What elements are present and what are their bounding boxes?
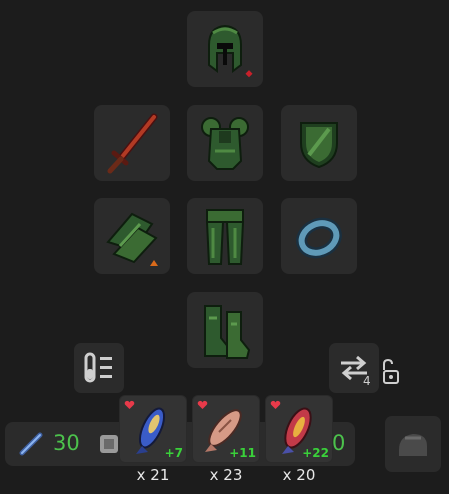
shield-slot[interactable] — [281, 105, 357, 181]
swap-count: 4 — [363, 374, 371, 388]
body-slot[interactable] — [187, 105, 263, 181]
special-action-button[interactable] — [385, 416, 441, 472]
green-chestplate-icon — [201, 117, 249, 170]
legs-slot[interactable] — [187, 198, 263, 274]
swap-loadout-button[interactable]: 4 — [329, 343, 379, 393]
food-item[interactable]: +22 — [266, 396, 332, 462]
gauntlet-icon — [399, 434, 427, 456]
blue-ring-icon — [296, 217, 342, 259]
attack-sword-icon — [19, 432, 43, 456]
unlock-icon[interactable] — [380, 358, 402, 386]
green-boots-icon — [204, 305, 251, 359]
swap-arrows-icon — [341, 355, 367, 381]
gloves-slot[interactable] — [94, 198, 170, 274]
food-item[interactable]: +7 — [120, 396, 186, 462]
equipment-list-button[interactable] — [74, 343, 124, 393]
attack-value: 30 — [53, 431, 80, 455]
food-quantity: x 20 — [282, 466, 316, 484]
green-legs-icon — [205, 209, 245, 265]
food-item[interactable]: +11 — [193, 396, 259, 462]
green-shield-icon — [300, 122, 338, 169]
boots-slot[interactable] — [187, 292, 263, 368]
green-gloves-icon — [106, 212, 158, 266]
weapon-slot[interactable] — [94, 105, 170, 181]
red-sword-icon — [107, 113, 158, 174]
food-bonus: +22 — [302, 446, 329, 460]
food-bonus: +11 — [229, 446, 256, 460]
potion-list-icon — [84, 352, 112, 383]
ring-slot[interactable] — [281, 198, 357, 274]
food-quantity: x 23 — [209, 466, 243, 484]
food-quantity: x 21 — [136, 466, 170, 484]
defense-armor-icon — [100, 435, 118, 453]
food-bonus: +7 — [164, 446, 183, 460]
green-helmet-icon — [208, 24, 253, 78]
defense-value: 0 — [332, 431, 346, 455]
helmet-slot[interactable] — [187, 11, 263, 87]
